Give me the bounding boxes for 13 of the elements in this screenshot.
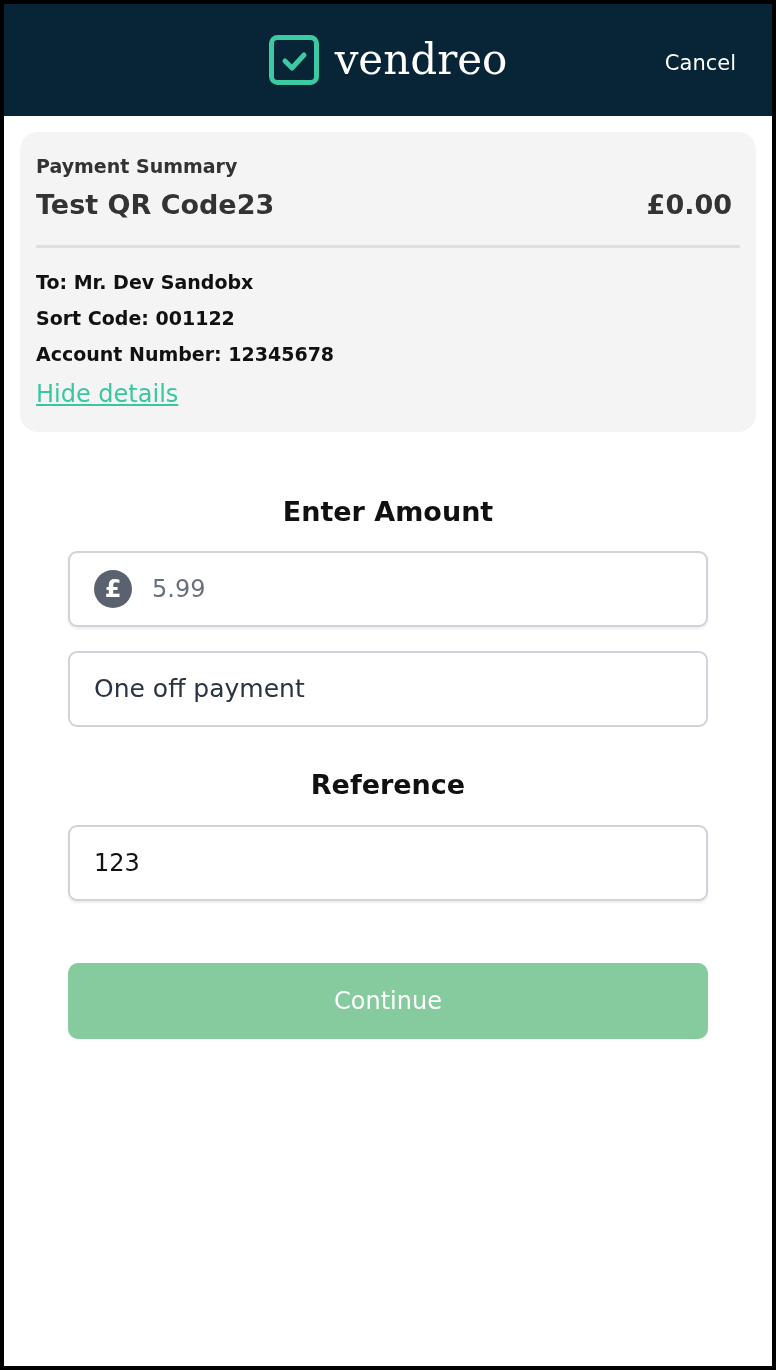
payee-detail: Account Number: 12345678: [36, 342, 336, 367]
section-heading: Reference: [309, 767, 467, 802]
logo-text: vendreo: [334, 39, 508, 81]
payment-title: Test QR Code23: [36, 187, 275, 222]
checkbox-logo-icon: [268, 35, 319, 85]
reference-field[interactable]: 123: [68, 825, 708, 901]
payee-detail: Sort Code: 001122: [36, 306, 236, 331]
payee-detail: To: Mr. Dev Sandobx: [36, 270, 255, 295]
summary-heading: Payment Summary: [36, 154, 239, 179]
payment-amount: £0.00: [646, 187, 732, 222]
section-heading: Enter Amount: [281, 495, 495, 529]
cancel-link[interactable]: Cancel: [664, 48, 736, 80]
payment-type-field[interactable]: One off payment: [68, 650, 708, 727]
